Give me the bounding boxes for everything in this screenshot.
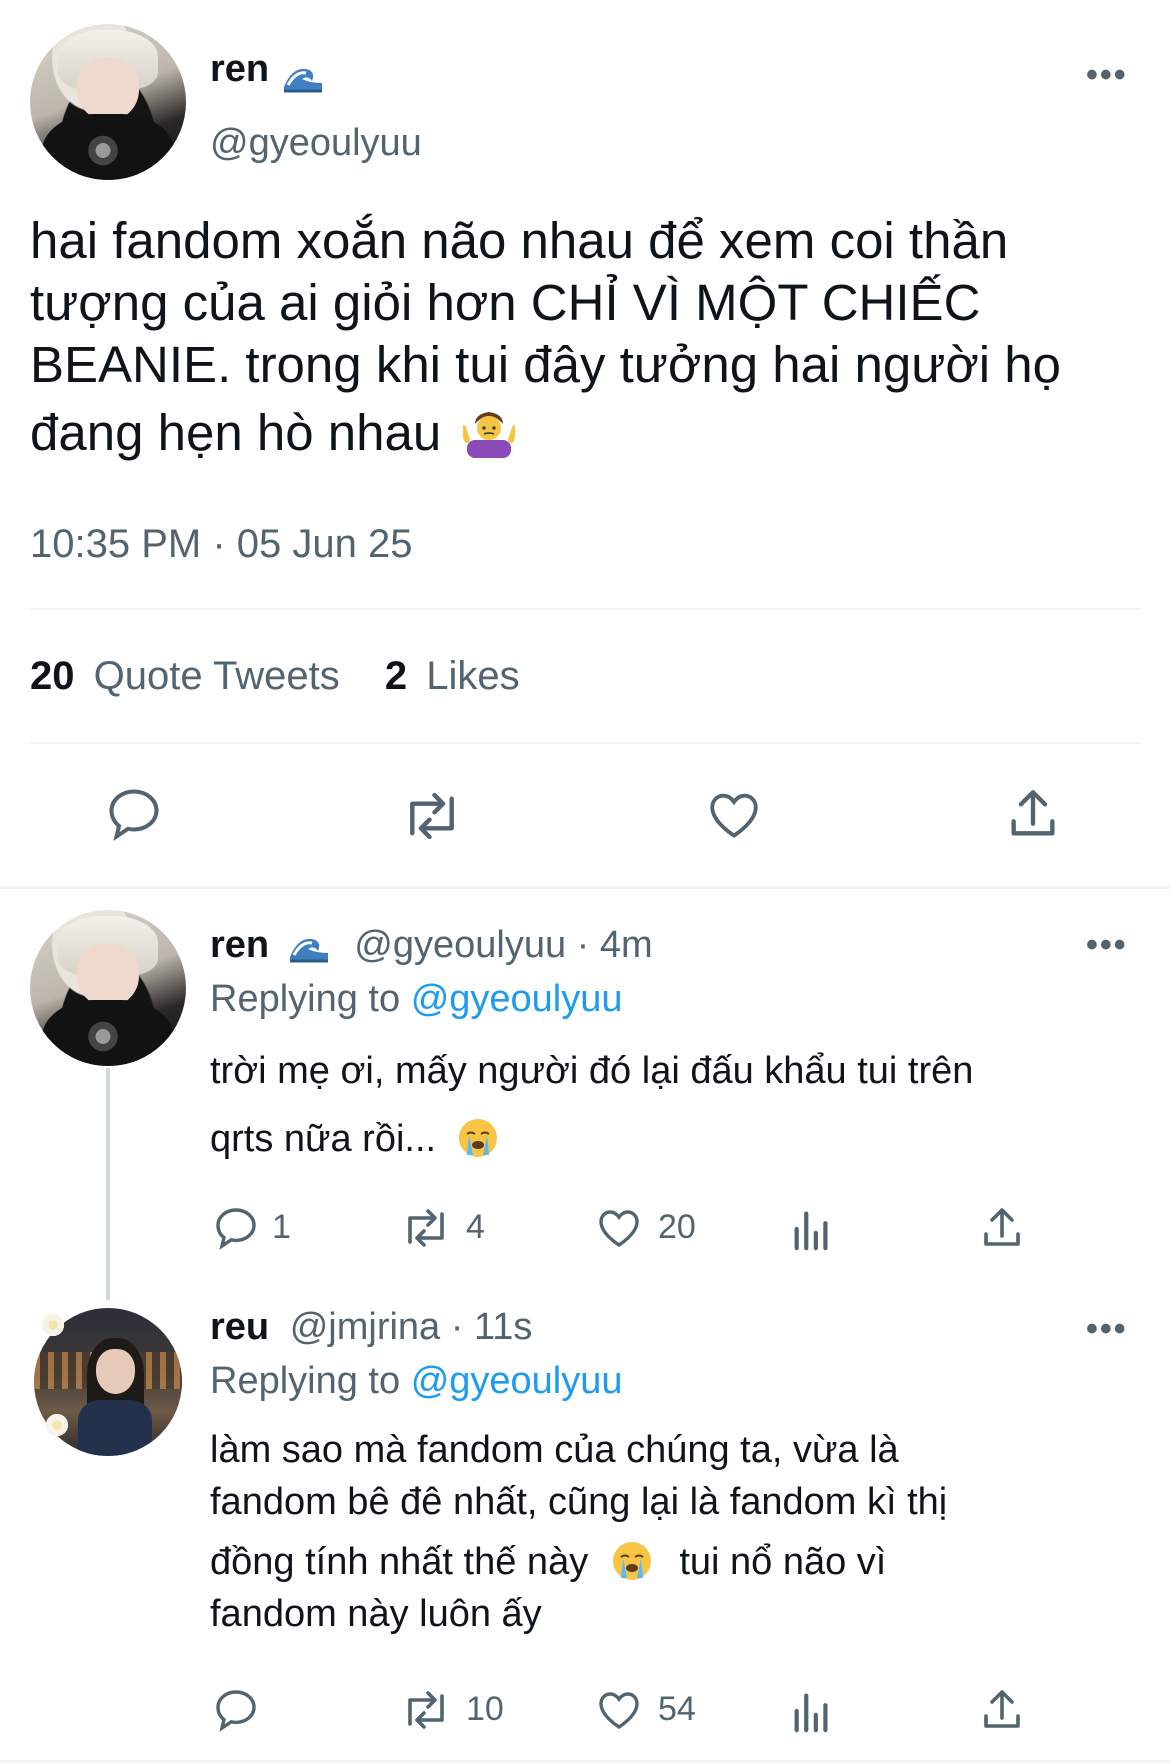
avatar[interactable] (30, 24, 186, 180)
avatar[interactable] (30, 910, 186, 1066)
reply-line: fandom bê đê nhất, cũng lại là fandom kì… (210, 1481, 948, 1523)
tweet-text: hai fandom xoắn não nhau để xem coi thần… (30, 212, 1160, 462)
reply-line: làm sao mà fandom của chúng ta, vừa là (210, 1429, 899, 1471)
reply-header: ren @gyeoulyuu · 4m (210, 924, 653, 967)
reply-time[interactable]: · 11s (451, 1306, 533, 1348)
retweet-icon[interactable] (400, 1204, 452, 1252)
like-count: 20 (658, 1208, 696, 1246)
divider (0, 1760, 1170, 1763)
retweet-count: 4 (466, 1208, 485, 1246)
wave-icon (289, 938, 328, 963)
replying-to: Replying to @gyeoulyuu (210, 1360, 623, 1403)
replying-label: Replying to (210, 978, 401, 1020)
like-label: Likes (426, 654, 520, 698)
tweet-timestamp[interactable]: 10:35 PM · 05 Jun 25 (30, 522, 412, 567)
reply-icon[interactable] (104, 784, 164, 844)
like-icon[interactable] (704, 786, 764, 844)
divider (30, 608, 1140, 610)
loudly-crying-face-emoji-icon (612, 1542, 651, 1580)
flower-icon (40, 1312, 66, 1338)
tweet-last-line: đang hẹn hò nhau (30, 404, 1160, 462)
replying-handle-link[interactable]: @gyeoulyuu (411, 978, 623, 1020)
share-icon[interactable] (1004, 784, 1062, 844)
share-icon[interactable] (978, 1204, 1026, 1252)
reply-line: tui nổ não vì (679, 1541, 887, 1583)
reply-time[interactable]: · 4m (577, 924, 653, 966)
ellipsis-icon[interactable]: ••• (1086, 926, 1128, 965)
reply-text: trời mẹ ơi, mấy người đó lại đấu khẩu tu… (210, 1042, 1140, 1168)
divider (30, 742, 1140, 744)
reply-header: reu @jmjrina · 11s (210, 1306, 532, 1349)
analytics-icon[interactable] (790, 1206, 834, 1252)
likes-stat[interactable]: 2 Likes (385, 654, 520, 698)
thread-line (106, 1068, 110, 1300)
author-name[interactable]: ren (210, 48, 269, 90)
wave-icon (283, 68, 322, 93)
reply-mixed-line: đồng tính nhất thế này tui nổ não vì (210, 1536, 1140, 1588)
author-handle[interactable]: @gyeoulyuu (354, 924, 566, 966)
tweet-line: BEANIE. trong khi tui đây tưởng hai ngườ… (30, 336, 1062, 393)
person-shrugging-emoji-icon (460, 412, 519, 458)
author-name[interactable]: ren (210, 924, 269, 966)
like-icon[interactable] (594, 1204, 644, 1252)
loudly-crying-face-emoji-icon (458, 1119, 497, 1157)
retweet-icon[interactable] (400, 1686, 452, 1734)
reply-last-line: qrts nữa rồi... (210, 1110, 1140, 1168)
like-icon[interactable] (594, 1686, 644, 1734)
reply-line: qrts nữa rồi... (210, 1118, 437, 1160)
ellipsis-icon[interactable]: ••• (1086, 1310, 1128, 1349)
like-count: 2 (384, 654, 408, 698)
like-count: 54 (658, 1690, 696, 1728)
reply-count: 1 (272, 1208, 291, 1246)
quote-count: 20 (30, 654, 75, 698)
divider (0, 886, 1170, 889)
tweet-line: tượng của ai giỏi hơn CHỈ VÌ MỘT CHIẾC (30, 274, 981, 331)
share-icon[interactable] (978, 1686, 1026, 1734)
reply-line: trời mẹ ơi, mấy người đó lại đấu khẩu tu… (210, 1050, 974, 1092)
tweet-stats: 20 Quote Tweets 2 Likes (30, 654, 520, 699)
tweet-line: đang hẹn hò nhau (30, 404, 442, 461)
author-name-row: ren (210, 48, 324, 93)
author-handle[interactable]: @jmjrina (290, 1306, 440, 1348)
replying-to: Replying to @gyeoulyuu (210, 978, 623, 1021)
reply-icon[interactable] (212, 1204, 260, 1252)
quote-tweets-stat[interactable]: 20 Quote Tweets (30, 654, 351, 698)
reply-text: làm sao mà fandom của chúng ta, vừa là f… (210, 1424, 1140, 1640)
replying-label: Replying to (210, 1360, 401, 1402)
tweet-line: hai fandom xoắn não nhau để xem coi thần (30, 212, 1009, 269)
retweet-count: 10 (466, 1690, 504, 1728)
quote-label: Quote Tweets (93, 654, 340, 698)
reply-line: đồng tính nhất thế này (210, 1541, 589, 1583)
flower-icon (44, 1412, 70, 1438)
replying-handle-link[interactable]: @gyeoulyuu (411, 1360, 623, 1402)
ellipsis-icon[interactable]: ••• (1086, 56, 1128, 95)
analytics-icon[interactable] (790, 1688, 834, 1734)
author-name[interactable]: reu (210, 1306, 269, 1348)
author-handle[interactable]: @gyeoulyuu (210, 122, 422, 165)
reply-line: fandom này luôn ấy (210, 1593, 542, 1635)
reply-icon[interactable] (212, 1686, 260, 1734)
retweet-icon[interactable] (400, 786, 464, 846)
